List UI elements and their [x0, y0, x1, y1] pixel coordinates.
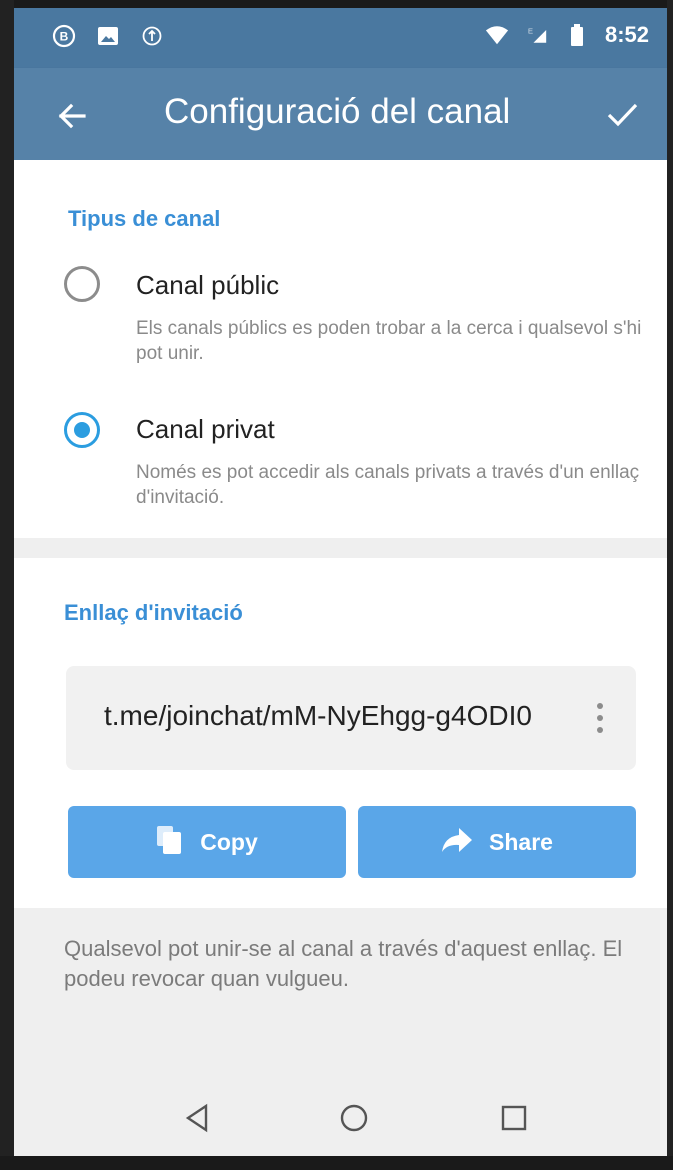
copy-icon — [156, 825, 184, 860]
invite-link-info-text: Qualsevol pot unir-se al canal a través … — [64, 936, 623, 991]
section-header-channel-type: Tipus de canal — [68, 206, 221, 231]
more-vert-icon[interactable] — [594, 700, 606, 736]
invite-link-text[interactable]: t.me/joinchat/mM-NyEhgg-g4ODI0 — [104, 700, 532, 732]
invite-link-box[interactable]: t.me/joinchat/mM-NyEhgg-g4ODI0 — [66, 666, 636, 770]
b-circle-icon: B — [52, 24, 76, 48]
section-header-invite-link: Enllaç d'invitació — [64, 600, 243, 625]
option-title-private[interactable]: Canal privat — [136, 414, 275, 445]
share-button[interactable]: Share — [358, 806, 636, 878]
device-frame-left — [0, 0, 14, 1170]
device-frame-bottom — [0, 1156, 673, 1170]
copy-button[interactable]: Copy — [68, 806, 346, 878]
invite-link-section: Enllaç d'invitació t.me/joinchat/mM-NyEh… — [14, 558, 667, 908]
option-desc-private: Només es pot accedir als canals privats … — [136, 462, 640, 508]
phone-screen: B E 8:52 Configuració del canal Tipus de… — [14, 8, 667, 1156]
wifi-icon — [485, 23, 509, 47]
radio-public-channel[interactable] — [64, 266, 100, 302]
radio-private-channel[interactable] — [64, 412, 100, 448]
svg-text:E: E — [528, 27, 533, 36]
option-desc-public: Els canals públics es poden trobar a la … — [136, 318, 642, 364]
page-title: Configuració del canal — [164, 92, 511, 131]
image-icon — [96, 24, 120, 48]
option-title-public[interactable]: Canal públic — [136, 270, 279, 301]
copy-button-label: Copy — [200, 828, 258, 855]
nav-recents-icon[interactable] — [492, 1096, 536, 1140]
signal-e-icon: E — [525, 23, 549, 47]
channel-type-section: Tipus de canal Canal públic Els canals p… — [14, 160, 667, 538]
nav-back-icon[interactable] — [176, 1096, 220, 1140]
app-bar: Configuració del canal — [14, 68, 667, 160]
arrow-back-icon[interactable] — [54, 98, 90, 134]
section-divider — [14, 538, 667, 558]
data-saver-icon — [140, 24, 164, 48]
nav-home-icon[interactable] — [332, 1096, 376, 1140]
check-icon[interactable] — [604, 96, 640, 132]
battery-icon — [565, 23, 589, 47]
device-frame-top — [0, 0, 673, 8]
device-frame-right — [667, 0, 673, 1170]
share-button-label: Share — [489, 828, 553, 855]
share-arrow-icon — [441, 827, 473, 858]
status-clock: 8:52 — [604, 22, 649, 47]
status-bar: B E 8:52 — [14, 8, 667, 68]
svg-text:B: B — [60, 30, 69, 44]
system-navigation-bar — [14, 1088, 667, 1156]
